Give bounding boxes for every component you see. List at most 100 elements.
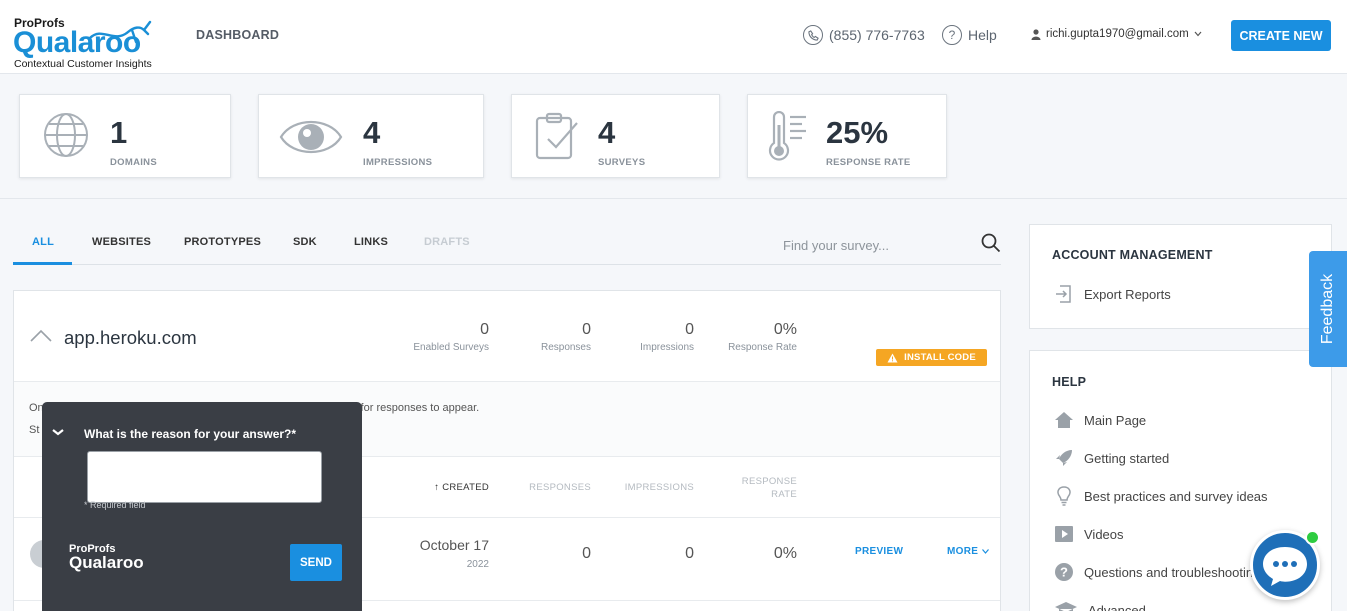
warning-icon [887, 353, 898, 362]
chevron-down-icon [1194, 31, 1202, 37]
lightbulb-icon [1057, 486, 1071, 506]
stat-label: RESPONSE RATE [826, 157, 911, 168]
column-response-rate-line2: RATE [771, 489, 797, 500]
column-impressions[interactable]: IMPRESSIONS [614, 482, 694, 493]
eye-icon [279, 120, 343, 154]
created-date: October 17 [419, 537, 489, 553]
tab-all[interactable]: ALL [32, 236, 54, 248]
column-created[interactable]: ↑ CREATED [404, 482, 489, 493]
survey-nudge-popup: What is the reason for your answer?* * R… [42, 402, 362, 611]
stat-response-rate: 25% RESPONSE RATE [747, 94, 947, 178]
column-response-rate[interactable]: RESPONSE RATE [714, 475, 797, 501]
metric-label: Response Rate [728, 342, 797, 353]
help-item-label: Getting started [1084, 450, 1170, 466]
send-button[interactable]: SEND [290, 544, 342, 581]
stat-domains: 1 DOMAINS [19, 94, 231, 178]
install-code-button[interactable]: INSTALL CODE [876, 349, 987, 366]
clipboard-check-icon [535, 112, 578, 160]
stats-band: 1 DOMAINS 4 IMPRESSIONS 4 SURVEYS 25% RE… [0, 74, 1347, 199]
more-label: MORE [947, 546, 979, 557]
help-item-questions[interactable]: ? Questions and troubleshooting [1054, 562, 1260, 582]
help-item-main-page[interactable]: Main Page [1054, 410, 1146, 430]
popup-logo-qualaroo: Qualaroo [69, 553, 144, 572]
metric-response-rate: 0% Response Rate [714, 321, 797, 353]
stat-label: IMPRESSIONS [363, 157, 433, 168]
metric-label: Responses [540, 342, 591, 353]
survey-created-date: October 17 2022 [374, 537, 489, 570]
kangaroo-logo-icon [88, 20, 152, 44]
stat-surveys: 4 SURVEYS [511, 94, 720, 178]
required-field-note: * Required field [84, 500, 146, 510]
stat-label: SURVEYS [598, 157, 646, 168]
popup-qualaroo-logo: ProProfs Qualaroo [69, 543, 144, 573]
chevron-down-icon [982, 549, 990, 554]
preview-link[interactable]: PREVIEW [855, 546, 903, 557]
rocket-icon [1056, 450, 1072, 466]
logo-tagline: Contextual Customer Insights [14, 58, 152, 70]
survey-rate-value: 0% [773, 545, 797, 562]
minimize-chevron-icon[interactable] [51, 428, 65, 438]
tab-sdk[interactable]: SDK [293, 236, 317, 248]
help-item-label: Advanced [1088, 602, 1146, 611]
stat-value: 25% [826, 115, 889, 150]
svg-text:?: ? [1060, 565, 1068, 580]
tab-prototypes[interactable]: PROTOTYPES [184, 236, 261, 248]
column-response-rate-line1: RESPONSE [741, 476, 797, 487]
create-new-button[interactable]: CREATE NEW [1231, 20, 1331, 51]
help-icon: ? [942, 25, 962, 45]
online-status-dot [1305, 530, 1320, 545]
stat-value: 4 [598, 115, 616, 150]
survey-question: What is the reason for your answer?* [84, 427, 297, 441]
account-management-panel: ACCOUNT MANAGEMENT Export Reports [1029, 224, 1332, 329]
top-header: ProProfs Qualaroo Contextual Customer In… [0, 0, 1347, 74]
user-icon [1031, 28, 1041, 40]
domain-name[interactable]: app.heroku.com [64, 327, 197, 349]
created-year: 2022 [466, 559, 489, 570]
survey-impressions-value: 0 [685, 545, 694, 562]
help-item-advanced[interactable]: Advanced [1054, 600, 1146, 611]
stat-label: DOMAINS [110, 157, 157, 168]
help-panel-title: HELP [1052, 375, 1087, 389]
qualaroo-logo[interactable]: ProProfs Qualaroo Contextual Customer In… [13, 16, 174, 72]
nav-dashboard[interactable]: DASHBOARD [196, 28, 279, 42]
metric-label: Enabled Surveys [413, 342, 489, 353]
help-link[interactable]: ? Help [942, 25, 997, 45]
video-icon [1055, 526, 1073, 542]
help-item-best-practices[interactable]: Best practices and survey ideas [1054, 486, 1268, 506]
survey-answer-textarea[interactable] [87, 451, 322, 503]
phone-contact[interactable]: (855) 776-7763 [803, 25, 925, 45]
help-item-videos[interactable]: Videos [1054, 524, 1124, 544]
phone-icon [803, 25, 823, 45]
metric-value: 0 [685, 321, 694, 338]
help-label: Help [968, 27, 997, 43]
stat-value: 1 [110, 115, 128, 150]
feedback-label: Feedback [1319, 273, 1336, 345]
export-icon [1056, 285, 1071, 303]
tab-links[interactable]: LINKS [354, 236, 388, 248]
metric-responses: 0 Responses [514, 321, 591, 353]
tab-websites[interactable]: WEBSITES [92, 236, 151, 248]
feedback-tab[interactable]: Feedback [1309, 251, 1347, 367]
search-icon[interactable] [981, 233, 1001, 253]
info-text-line1-end: s for responses to appear. [352, 402, 480, 414]
more-dropdown[interactable]: MORE [947, 546, 990, 557]
stat-impressions: 4 IMPRESSIONS [258, 94, 484, 178]
help-item-label: Best practices and survey ideas [1084, 488, 1268, 504]
stat-value: 4 [363, 115, 381, 150]
export-reports-link[interactable]: Export Reports [1054, 284, 1171, 304]
metric-label: Impressions [640, 342, 694, 353]
survey-search-input[interactable] [783, 233, 983, 257]
metric-value: 0% [773, 321, 797, 338]
chevron-up-icon[interactable] [30, 329, 52, 343]
help-item-label: Questions and troubleshooting [1084, 564, 1261, 580]
help-item-getting-started[interactable]: Getting started [1054, 448, 1169, 468]
metric-impressions: 0 Impressions [614, 321, 694, 353]
tab-drafts: DRAFTS [424, 236, 470, 248]
user-menu[interactable]: richi.gupta1970@gmail.com [1031, 28, 1202, 40]
active-tab-indicator [13, 262, 72, 265]
thermometer-icon [768, 111, 806, 161]
graduation-cap-icon [1055, 602, 1077, 611]
info-text-line2-start: St [29, 424, 40, 436]
help-item-label: Videos [1084, 526, 1124, 542]
column-responses[interactable]: RESPONSES [514, 482, 591, 493]
